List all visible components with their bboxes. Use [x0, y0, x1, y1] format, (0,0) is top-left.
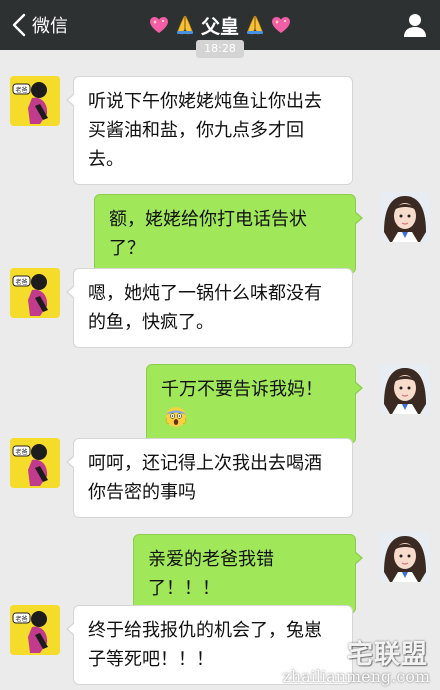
message-text: 千万不要告诉我妈！	[161, 379, 323, 400]
message-text: 嗯，她炖了一锅什么味都没有的鱼，快疯了。	[88, 283, 322, 333]
my-avatar[interactable]	[380, 532, 430, 582]
message-bubble-incoming[interactable]: 嗯，她炖了一锅什么味都没有的鱼，快疯了。	[66, 268, 353, 348]
message-bubble-incoming[interactable]: 终于给我报仇的机会了，兔崽子等死吧！！！	[66, 605, 353, 685]
back-label: 微信	[32, 16, 68, 37]
timestamp-label: 18:28	[196, 40, 244, 58]
message-text: 呵呵，还记得上次我出去喝酒你告密的事吗	[88, 453, 322, 503]
sparkling-heart-icon	[148, 14, 170, 36]
svg-text:老爸: 老爸	[15, 615, 27, 623]
chat-title-text: 父皇	[200, 15, 239, 38]
my-avatar[interactable]	[380, 364, 430, 414]
dad-avatar[interactable]: 老爸	[10, 268, 60, 318]
svg-text:老爸: 老爸	[15, 278, 27, 286]
watermark-logo-text: 宅联盟	[346, 640, 428, 670]
message-text: 终于给我报仇的机会了，兔崽子等死吧！！！	[88, 620, 322, 670]
message-text: 亲爱的老爸我错了！！！	[148, 549, 274, 599]
person-icon[interactable]	[402, 12, 428, 38]
message-text: 听说下午你姥姥炖鱼让你出去买酱油和盐，你九点多才回去。	[88, 91, 322, 170]
back-button[interactable]: 微信	[8, 9, 68, 41]
dad-avatar[interactable]: 老爸	[10, 605, 60, 655]
folded-hands-icon	[174, 14, 196, 36]
face-screaming-in-fear-icon	[165, 406, 187, 428]
dad-avatar[interactable]: 老爸	[10, 76, 60, 126]
svg-text:老爸: 老爸	[15, 86, 27, 94]
folded-hands-icon	[244, 14, 266, 36]
message-bubble-outgoing[interactable]: 亲爱的老爸我错了！！！	[133, 534, 363, 614]
dad-avatar[interactable]: 老爸	[10, 438, 60, 488]
message-text: 额，姥姥给你打电话告状了？	[109, 209, 307, 259]
message-bubble-outgoing[interactable]: 额，姥姥给你打电话告状了？	[94, 194, 363, 274]
my-avatar[interactable]	[380, 192, 430, 242]
svg-text:老爸: 老爸	[15, 448, 27, 456]
message-bubble-incoming[interactable]: 听说下午你姥姥炖鱼让你出去买酱油和盐，你九点多才回去。	[66, 76, 353, 185]
message-bubble-incoming[interactable]: 呵呵，还记得上次我出去喝酒你告密的事吗	[66, 438, 353, 518]
message-bubble-outgoing[interactable]: 千万不要告诉我妈！	[146, 364, 363, 444]
chevron-left-icon	[8, 9, 30, 41]
sparkling-heart-icon	[270, 14, 292, 36]
